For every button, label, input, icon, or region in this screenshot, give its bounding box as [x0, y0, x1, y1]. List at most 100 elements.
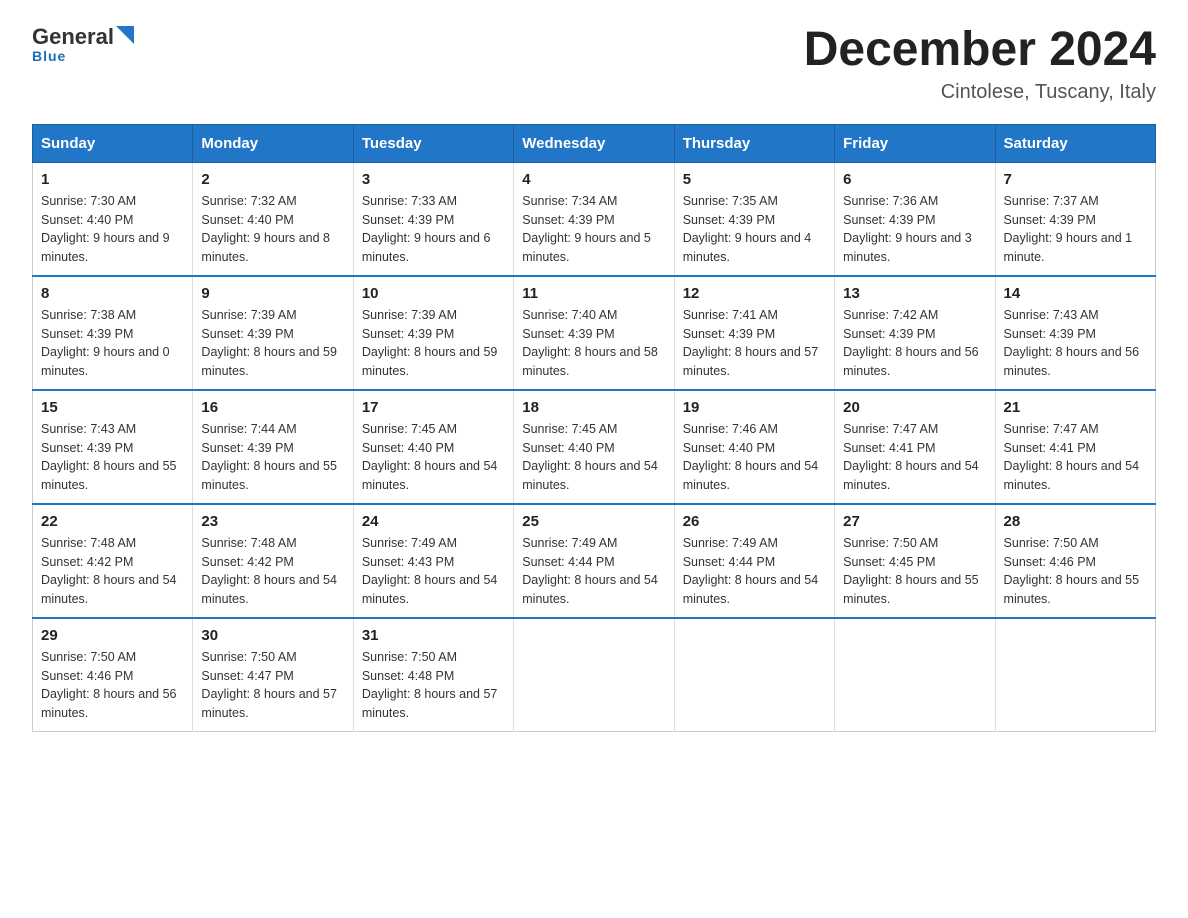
table-row: 31 Sunrise: 7:50 AMSunset: 4:48 PMDaylig… — [353, 618, 513, 732]
table-row: 28 Sunrise: 7:50 AMSunset: 4:46 PMDaylig… — [995, 504, 1155, 618]
day-info: Sunrise: 7:45 AMSunset: 4:40 PMDaylight:… — [522, 422, 658, 492]
title-block: December 2024 Cintolese, Tuscany, Italy — [804, 24, 1156, 104]
table-row: 16 Sunrise: 7:44 AMSunset: 4:39 PMDaylig… — [193, 390, 353, 504]
day-number: 28 — [1004, 513, 1147, 530]
table-row: 20 Sunrise: 7:47 AMSunset: 4:41 PMDaylig… — [835, 390, 995, 504]
table-row — [674, 618, 834, 732]
calendar-week-4: 22 Sunrise: 7:48 AMSunset: 4:42 PMDaylig… — [33, 504, 1156, 618]
page-header: General Blue December 2024 Cintolese, Tu… — [32, 24, 1156, 104]
calendar-table: Sunday Monday Tuesday Wednesday Thursday… — [32, 124, 1156, 732]
header-thursday: Thursday — [674, 124, 834, 162]
day-number: 3 — [362, 171, 505, 188]
table-row: 24 Sunrise: 7:49 AMSunset: 4:43 PMDaylig… — [353, 504, 513, 618]
logo-blue-text: Blue — [32, 48, 66, 64]
day-number: 17 — [362, 399, 505, 416]
header-friday: Friday — [835, 124, 995, 162]
day-info: Sunrise: 7:39 AMSunset: 4:39 PMDaylight:… — [201, 308, 337, 378]
day-info: Sunrise: 7:48 AMSunset: 4:42 PMDaylight:… — [201, 536, 337, 606]
day-info: Sunrise: 7:35 AMSunset: 4:39 PMDaylight:… — [683, 194, 812, 264]
day-info: Sunrise: 7:41 AMSunset: 4:39 PMDaylight:… — [683, 308, 819, 378]
table-row: 12 Sunrise: 7:41 AMSunset: 4:39 PMDaylig… — [674, 276, 834, 390]
day-number: 6 — [843, 171, 986, 188]
calendar-week-5: 29 Sunrise: 7:50 AMSunset: 4:46 PMDaylig… — [33, 618, 1156, 732]
day-number: 18 — [522, 399, 665, 416]
day-info: Sunrise: 7:48 AMSunset: 4:42 PMDaylight:… — [41, 536, 177, 606]
day-info: Sunrise: 7:38 AMSunset: 4:39 PMDaylight:… — [41, 308, 170, 378]
day-info: Sunrise: 7:37 AMSunset: 4:39 PMDaylight:… — [1004, 194, 1133, 264]
table-row: 11 Sunrise: 7:40 AMSunset: 4:39 PMDaylig… — [514, 276, 674, 390]
table-row: 21 Sunrise: 7:47 AMSunset: 4:41 PMDaylig… — [995, 390, 1155, 504]
table-row: 18 Sunrise: 7:45 AMSunset: 4:40 PMDaylig… — [514, 390, 674, 504]
table-row: 29 Sunrise: 7:50 AMSunset: 4:46 PMDaylig… — [33, 618, 193, 732]
table-row: 4 Sunrise: 7:34 AMSunset: 4:39 PMDayligh… — [514, 162, 674, 276]
day-info: Sunrise: 7:50 AMSunset: 4:46 PMDaylight:… — [41, 650, 177, 720]
table-row: 26 Sunrise: 7:49 AMSunset: 4:44 PMDaylig… — [674, 504, 834, 618]
table-row: 30 Sunrise: 7:50 AMSunset: 4:47 PMDaylig… — [193, 618, 353, 732]
day-info: Sunrise: 7:33 AMSunset: 4:39 PMDaylight:… — [362, 194, 491, 264]
day-info: Sunrise: 7:50 AMSunset: 4:47 PMDaylight:… — [201, 650, 337, 720]
day-number: 14 — [1004, 285, 1147, 302]
table-row: 10 Sunrise: 7:39 AMSunset: 4:39 PMDaylig… — [353, 276, 513, 390]
day-number: 21 — [1004, 399, 1147, 416]
day-info: Sunrise: 7:50 AMSunset: 4:45 PMDaylight:… — [843, 536, 979, 606]
header-sunday: Sunday — [33, 124, 193, 162]
day-number: 23 — [201, 513, 344, 530]
day-number: 9 — [201, 285, 344, 302]
table-row: 1 Sunrise: 7:30 AMSunset: 4:40 PMDayligh… — [33, 162, 193, 276]
day-number: 13 — [843, 285, 986, 302]
day-info: Sunrise: 7:50 AMSunset: 4:48 PMDaylight:… — [362, 650, 498, 720]
calendar-header-row: Sunday Monday Tuesday Wednesday Thursday… — [33, 124, 1156, 162]
table-row: 27 Sunrise: 7:50 AMSunset: 4:45 PMDaylig… — [835, 504, 995, 618]
calendar-week-2: 8 Sunrise: 7:38 AMSunset: 4:39 PMDayligh… — [33, 276, 1156, 390]
day-info: Sunrise: 7:43 AMSunset: 4:39 PMDaylight:… — [41, 422, 177, 492]
day-number: 7 — [1004, 171, 1147, 188]
table-row — [514, 618, 674, 732]
table-row: 8 Sunrise: 7:38 AMSunset: 4:39 PMDayligh… — [33, 276, 193, 390]
table-row: 22 Sunrise: 7:48 AMSunset: 4:42 PMDaylig… — [33, 504, 193, 618]
day-number: 24 — [362, 513, 505, 530]
day-info: Sunrise: 7:40 AMSunset: 4:39 PMDaylight:… — [522, 308, 658, 378]
day-number: 27 — [843, 513, 986, 530]
table-row — [835, 618, 995, 732]
day-info: Sunrise: 7:42 AMSunset: 4:39 PMDaylight:… — [843, 308, 979, 378]
day-number: 19 — [683, 399, 826, 416]
table-row: 7 Sunrise: 7:37 AMSunset: 4:39 PMDayligh… — [995, 162, 1155, 276]
calendar-week-3: 15 Sunrise: 7:43 AMSunset: 4:39 PMDaylig… — [33, 390, 1156, 504]
day-number: 8 — [41, 285, 184, 302]
day-info: Sunrise: 7:47 AMSunset: 4:41 PMDaylight:… — [1004, 422, 1140, 492]
logo-triangle-icon — [116, 26, 134, 44]
table-row: 5 Sunrise: 7:35 AMSunset: 4:39 PMDayligh… — [674, 162, 834, 276]
calendar-week-1: 1 Sunrise: 7:30 AMSunset: 4:40 PMDayligh… — [33, 162, 1156, 276]
table-row — [995, 618, 1155, 732]
day-number: 1 — [41, 171, 184, 188]
header-wednesday: Wednesday — [514, 124, 674, 162]
day-number: 26 — [683, 513, 826, 530]
table-row: 3 Sunrise: 7:33 AMSunset: 4:39 PMDayligh… — [353, 162, 513, 276]
day-number: 16 — [201, 399, 344, 416]
day-info: Sunrise: 7:32 AMSunset: 4:40 PMDaylight:… — [201, 194, 330, 264]
table-row: 17 Sunrise: 7:45 AMSunset: 4:40 PMDaylig… — [353, 390, 513, 504]
day-number: 20 — [843, 399, 986, 416]
day-number: 22 — [41, 513, 184, 530]
day-info: Sunrise: 7:49 AMSunset: 4:44 PMDaylight:… — [683, 536, 819, 606]
day-info: Sunrise: 7:39 AMSunset: 4:39 PMDaylight:… — [362, 308, 498, 378]
day-number: 12 — [683, 285, 826, 302]
table-row: 14 Sunrise: 7:43 AMSunset: 4:39 PMDaylig… — [995, 276, 1155, 390]
day-info: Sunrise: 7:47 AMSunset: 4:41 PMDaylight:… — [843, 422, 979, 492]
day-info: Sunrise: 7:49 AMSunset: 4:44 PMDaylight:… — [522, 536, 658, 606]
day-info: Sunrise: 7:30 AMSunset: 4:40 PMDaylight:… — [41, 194, 170, 264]
day-number: 15 — [41, 399, 184, 416]
day-info: Sunrise: 7:43 AMSunset: 4:39 PMDaylight:… — [1004, 308, 1140, 378]
day-number: 5 — [683, 171, 826, 188]
day-info: Sunrise: 7:49 AMSunset: 4:43 PMDaylight:… — [362, 536, 498, 606]
day-number: 25 — [522, 513, 665, 530]
table-row: 15 Sunrise: 7:43 AMSunset: 4:39 PMDaylig… — [33, 390, 193, 504]
day-number: 2 — [201, 171, 344, 188]
day-number: 11 — [522, 285, 665, 302]
logo-general-text: General — [32, 24, 114, 50]
location-subtitle: Cintolese, Tuscany, Italy — [804, 81, 1156, 104]
header-tuesday: Tuesday — [353, 124, 513, 162]
day-info: Sunrise: 7:44 AMSunset: 4:39 PMDaylight:… — [201, 422, 337, 492]
day-number: 10 — [362, 285, 505, 302]
day-number: 31 — [362, 627, 505, 644]
